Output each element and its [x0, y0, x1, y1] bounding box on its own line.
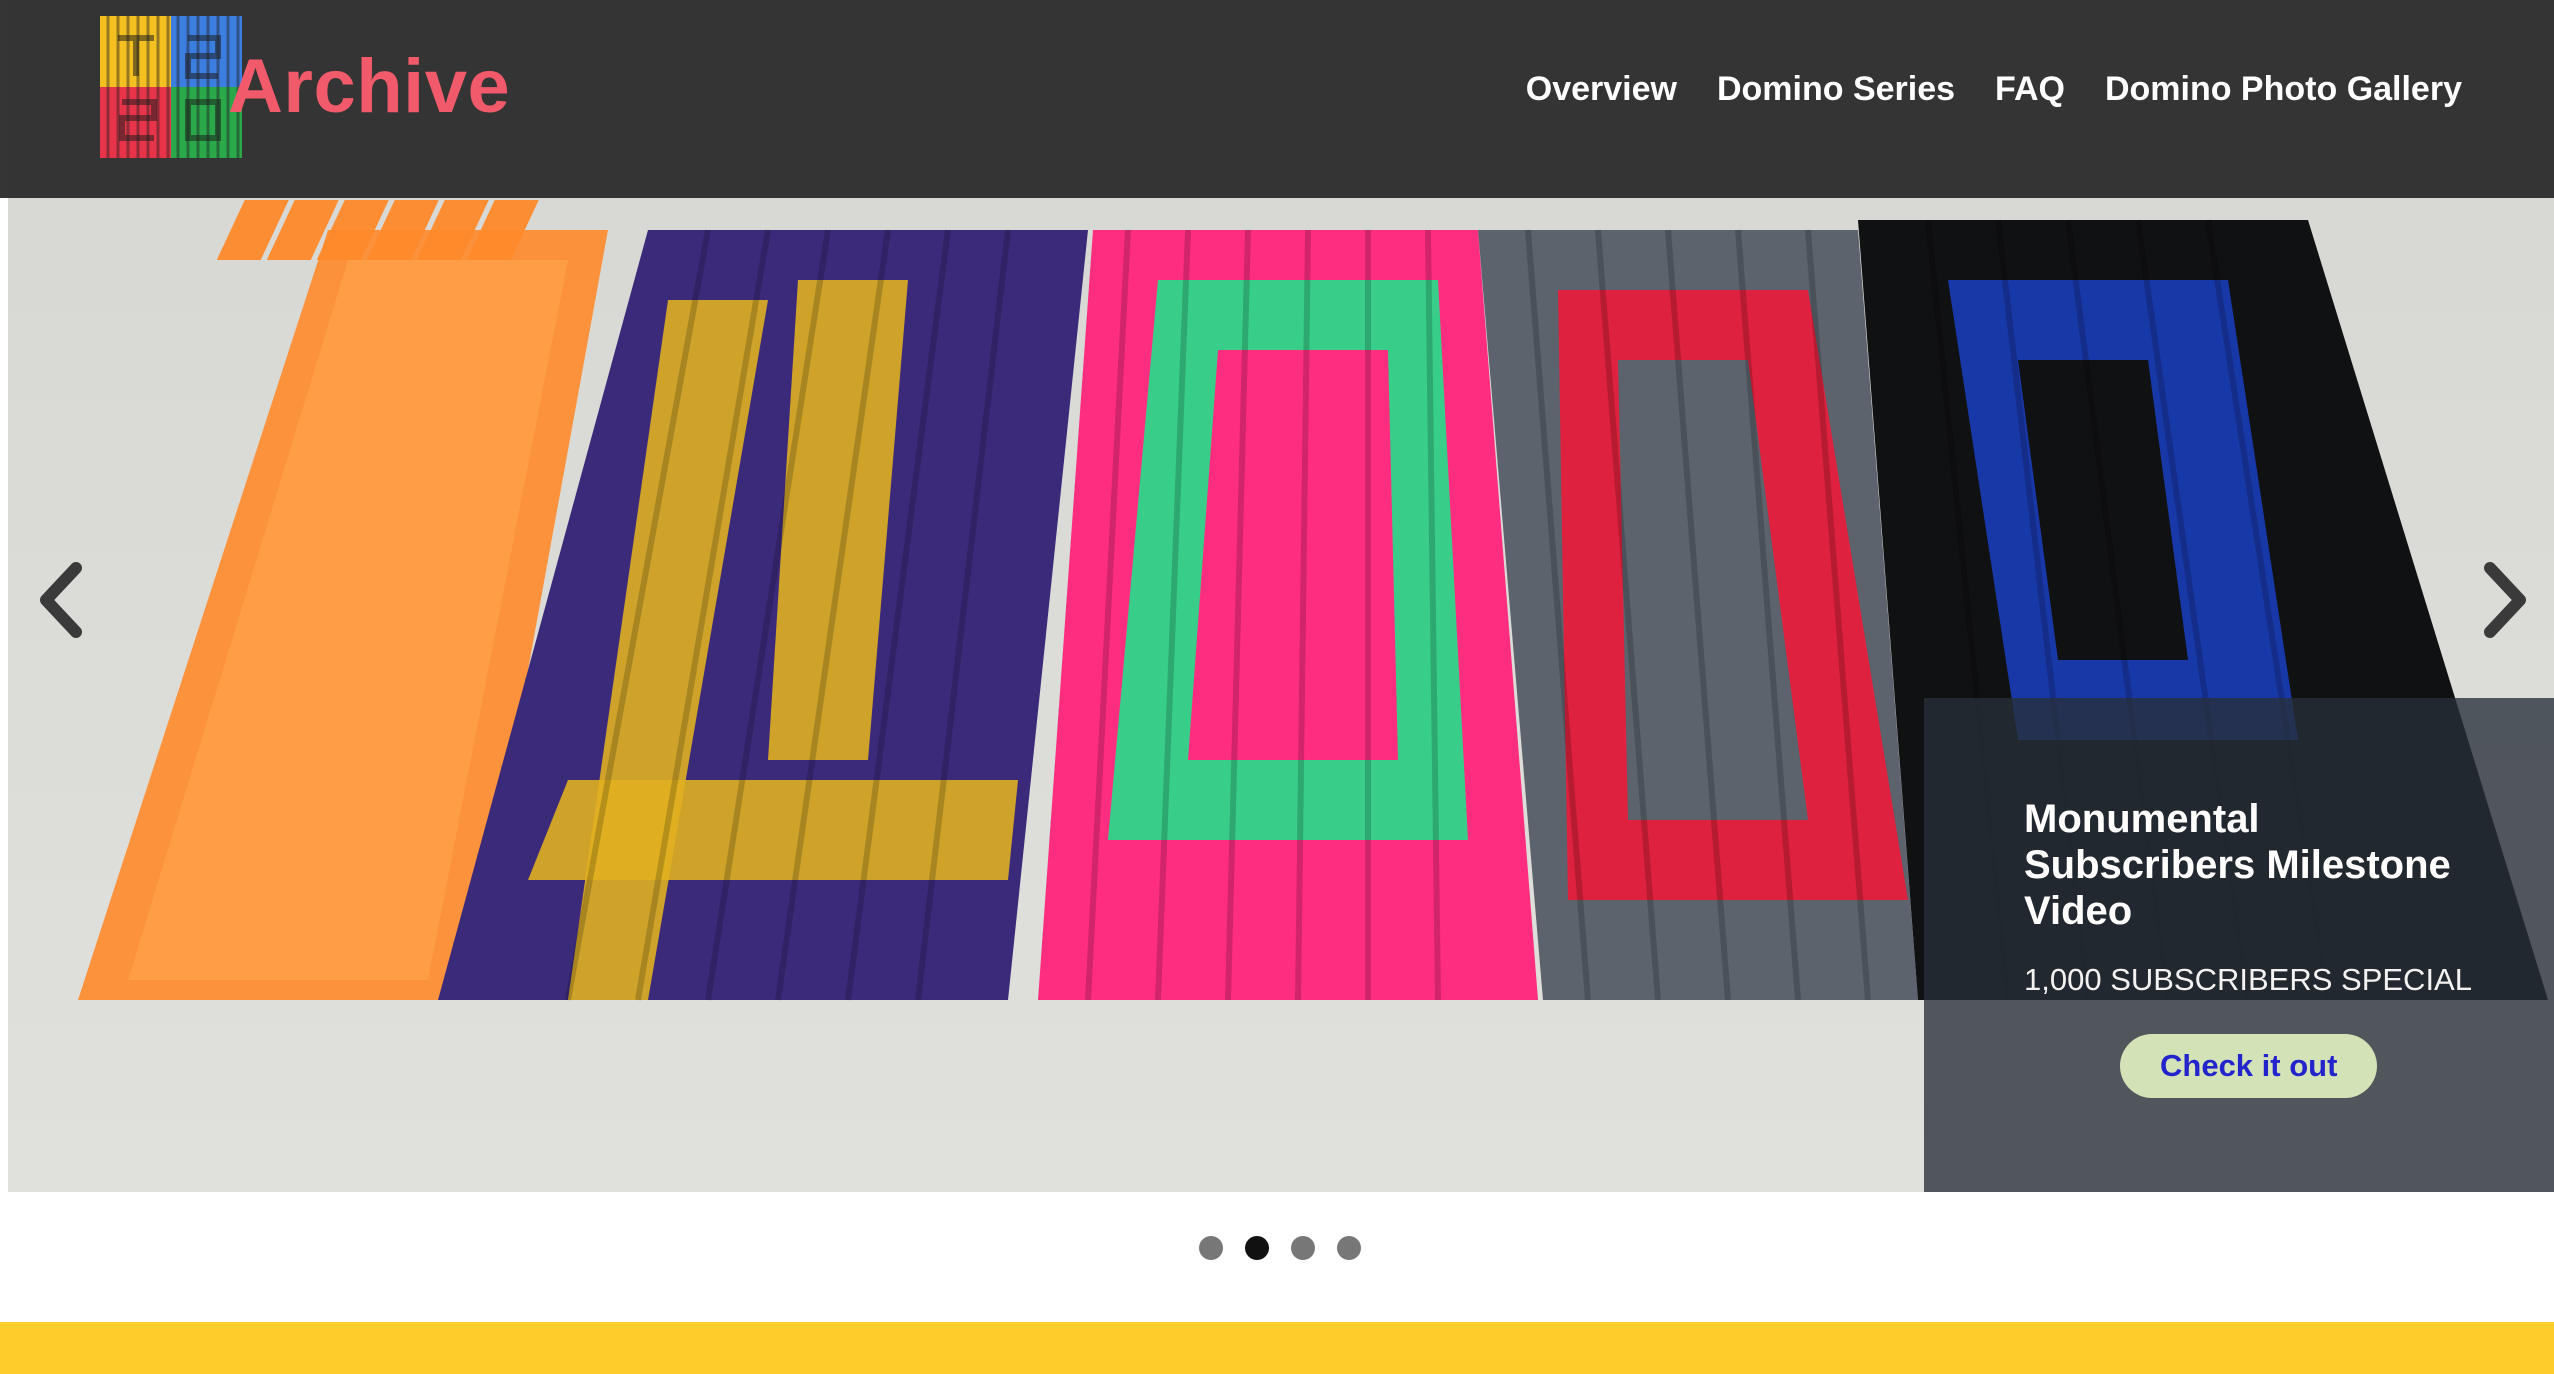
carousel-indicator-3[interactable] — [1291, 1236, 1315, 1260]
carousel-indicator-2[interactable] — [1245, 1236, 1269, 1260]
nav-domino-series[interactable]: Domino Series — [1717, 70, 1955, 109]
carousel-indicator-4[interactable] — [1337, 1236, 1361, 1260]
domino-grid-logo-icon — [100, 16, 242, 158]
brand-name: Archive — [228, 44, 511, 129]
brand-home-link[interactable]: Archive — [100, 16, 510, 158]
carousel-indicators — [1199, 1236, 1361, 1260]
caption-title: Monumental Subscribers Milestone Video — [2024, 797, 2451, 933]
carousel-prev-button[interactable] — [32, 560, 92, 640]
carousel-next-button[interactable] — [2474, 560, 2534, 640]
carousel-indicator-1[interactable] — [1199, 1236, 1223, 1260]
chevron-right-icon — [2484, 562, 2526, 638]
main-nav: Overview Domino Series FAQ Domino Photo … — [1526, 70, 2462, 109]
chevron-left-icon — [40, 562, 82, 638]
top-navbar: Archive Overview Domino Series FAQ Domin… — [0, 0, 2554, 198]
nav-domino-photo-gallery[interactable]: Domino Photo Gallery — [2105, 70, 2462, 109]
nav-faq[interactable]: FAQ — [1995, 70, 2065, 109]
check-it-out-button[interactable]: Check it out — [2120, 1034, 2378, 1098]
nav-overview[interactable]: Overview — [1526, 70, 1677, 109]
footer-band — [0, 1322, 2554, 1374]
caption-subtitle: 1,000 SUBSCRIBERS SPECIAL — [2024, 962, 2472, 997]
slide-caption: Monumental Subscribers Milestone Video 1… — [1924, 698, 2554, 1192]
